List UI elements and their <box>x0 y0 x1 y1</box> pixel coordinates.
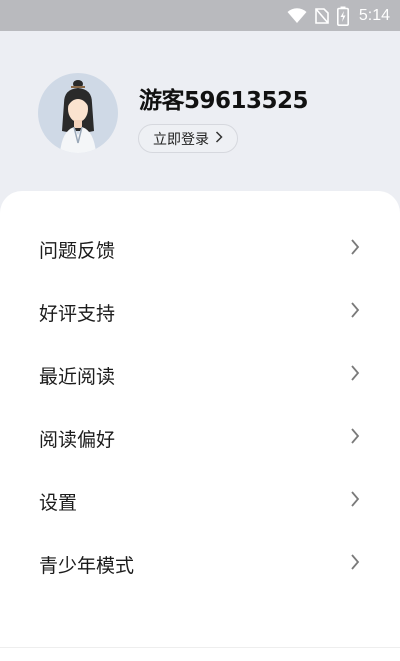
category-icon[interactable] <box>236 656 264 661</box>
menu-item-label: 阅读偏好 <box>39 428 116 451</box>
login-button-label: 立即登录 <box>153 131 209 148</box>
bottom-tab-bar <box>0 647 400 661</box>
chevron-right-icon <box>350 364 360 386</box>
login-button[interactable]: 立即登录 <box>138 124 238 153</box>
status-time: 5:14 <box>358 6 390 24</box>
no-sim-icon <box>315 7 329 24</box>
username: 游客59613525 <box>139 88 309 114</box>
profile-icon[interactable] <box>340 656 356 661</box>
chevron-right-icon <box>350 238 360 260</box>
menu-item-settings[interactable]: 设置 <box>0 470 400 532</box>
bookshelf-icon[interactable] <box>37 656 63 661</box>
menu-item-label: 问题反馈 <box>39 239 116 262</box>
chevron-right-icon <box>350 553 360 575</box>
profile-header: 游客59613525 立即登录 <box>0 31 400 196</box>
menu-item-recent-reading[interactable]: 最近阅读 <box>0 344 400 406</box>
menu-item-feedback[interactable]: 问题反馈 <box>0 218 400 280</box>
chevron-right-icon <box>215 130 223 147</box>
wifi-icon <box>287 7 307 24</box>
menu-item-teen-mode[interactable]: 青少年模式 <box>0 533 400 595</box>
menu-item-reading-preference[interactable]: 阅读偏好 <box>0 407 400 469</box>
chevron-right-icon <box>350 490 360 512</box>
menu-item-label: 好评支持 <box>39 302 116 325</box>
avatar-illustration <box>60 80 96 153</box>
chevron-right-icon <box>350 427 360 449</box>
menu-item-label: 青少年模式 <box>39 554 135 577</box>
battery-charging-icon <box>336 6 349 26</box>
menu-item-label: 设置 <box>39 491 78 514</box>
avatar[interactable] <box>38 73 118 153</box>
chevron-right-icon <box>350 301 360 323</box>
store-icon[interactable] <box>138 656 162 661</box>
menu-item-label: 最近阅读 <box>39 365 116 388</box>
menu-item-rate-support[interactable]: 好评支持 <box>0 281 400 343</box>
menu-card: 问题反馈 好评支持 最近阅读 阅读偏好 设置 青少年模式 <box>0 191 400 661</box>
status-bar: 5:14 <box>0 0 400 31</box>
